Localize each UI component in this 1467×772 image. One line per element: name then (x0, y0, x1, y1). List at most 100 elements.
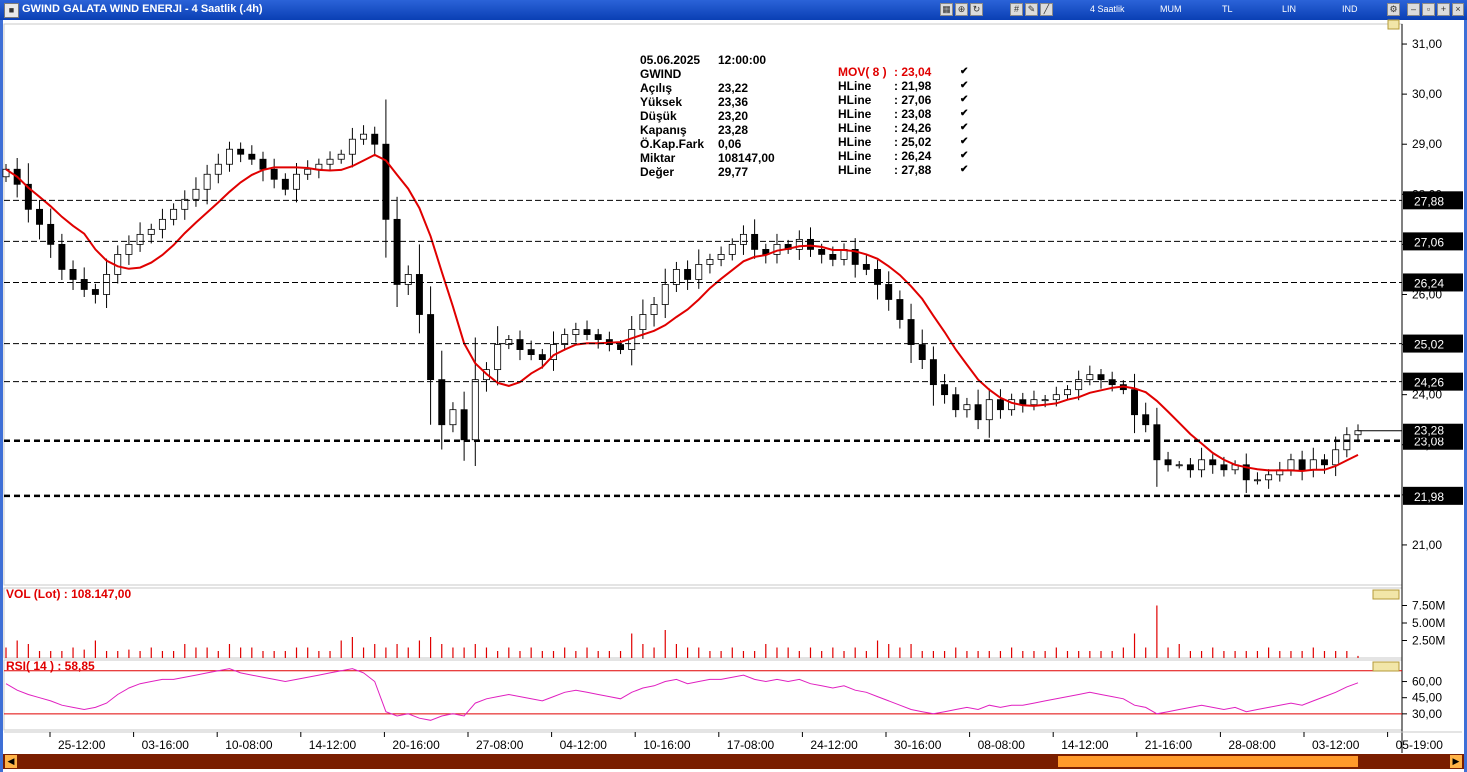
candle-body (1343, 434, 1351, 451)
indicator-value: : 27,88 (894, 163, 932, 177)
checkmark-icon[interactable]: ✔ (960, 163, 968, 177)
candle-body (583, 329, 591, 335)
candle-body (907, 319, 915, 345)
candle-body (103, 274, 111, 295)
volume-tick-label: 7.50M (1412, 599, 1445, 613)
candle-body (985, 399, 993, 421)
hline-value-label: 24,26 (1414, 376, 1444, 390)
x-tick-label: 10-16:00 (643, 738, 691, 752)
info-value: 23,20 (718, 109, 749, 123)
candle-body (952, 394, 960, 411)
candle-body (337, 153, 345, 160)
checkmark-icon[interactable]: ✔ (960, 65, 968, 79)
candle-body (427, 314, 435, 381)
indicator-value: : 21,98 (894, 79, 932, 93)
checkmark-icon[interactable]: ✔ (960, 93, 968, 107)
candle-body (996, 399, 1004, 411)
candle-body (460, 409, 468, 441)
candle-body (896, 299, 904, 320)
candle-body (561, 334, 569, 345)
candle-body (471, 379, 479, 441)
candle-body (527, 349, 535, 355)
indicator-name: HLine (838, 107, 872, 121)
indicator-name: HLine (838, 163, 872, 177)
indicator-row: HLine: 27,06 ✔ (838, 93, 968, 107)
info-value: 12:00:00 (718, 53, 767, 67)
candle-body (393, 218, 401, 285)
indicator-name: MOV( 8 ) (838, 65, 887, 79)
x-tick-label: 27-08:00 (476, 738, 524, 752)
info-row: Değer 29,77 (640, 165, 775, 179)
candle-body (360, 133, 368, 140)
info-label: 05.06.2025 (640, 53, 701, 67)
x-tick-label: 03-12:00 (1312, 738, 1360, 752)
info-value: 29,77 (718, 165, 749, 179)
indicator-row: HLine: 24,26 ✔ (838, 121, 968, 135)
info-label: Açılış (640, 81, 673, 95)
x-tick-label: 05-19:00 (1396, 738, 1444, 752)
x-tick-label: 17-08:00 (727, 738, 775, 752)
x-tick-label: 04-12:00 (560, 738, 608, 752)
horizontal-scrollbar[interactable]: ◀ ▶ (3, 754, 1464, 769)
candle-body (1075, 379, 1083, 391)
volume-panel (3, 587, 1403, 659)
info-row: 05.06.2025 12:00:00 (640, 53, 775, 67)
candle-body (304, 168, 312, 175)
candle-body (181, 198, 189, 210)
candle-body (58, 243, 66, 270)
candle-body (494, 344, 502, 371)
indicator-value: : 24,26 (894, 121, 932, 135)
x-tick-label: 28-08:00 (1228, 738, 1276, 752)
candle-body (818, 249, 826, 255)
checkmark-icon[interactable]: ✔ (960, 107, 968, 121)
y-tick-label: 30,00 (1412, 87, 1442, 101)
info-row: Ö.Kap.Fark 0,06 (640, 137, 775, 151)
panel-options-button (1387, 19, 1400, 30)
candle-body (706, 259, 714, 265)
info-row: Düşük 23,20 (640, 109, 775, 123)
last-price-label: 23,28 (1414, 424, 1444, 438)
candle-body (1198, 459, 1206, 471)
candle-body (281, 178, 289, 190)
indicator-value: : 23,08 (894, 107, 932, 121)
indicator-value: : 23,04 (894, 65, 932, 79)
rsi-line (5, 668, 1359, 721)
x-tick-label: 21-16:00 (1145, 738, 1193, 752)
checkmark-icon[interactable]: ✔ (960, 79, 968, 93)
panel-options-button (1372, 661, 1400, 672)
moving-average-line (5, 153, 1359, 473)
x-tick-label: 14-12:00 (1061, 738, 1109, 752)
candle-body (941, 384, 949, 396)
candle-body (1131, 389, 1139, 416)
candle-body (91, 289, 99, 295)
candle-body (1108, 379, 1116, 386)
candle-body (929, 359, 937, 386)
candle-body (717, 254, 725, 260)
scroll-left-icon[interactable]: ◀ (5, 755, 17, 768)
checkmark-icon[interactable]: ✔ (960, 135, 968, 149)
x-tick-label: 20-16:00 (392, 738, 440, 752)
indicator-row: HLine: 25,02 ✔ (838, 135, 968, 149)
y-tick-label: 31,00 (1412, 37, 1442, 51)
x-tick-label: 08-08:00 (978, 738, 1026, 752)
checkmark-icon[interactable]: ✔ (960, 149, 968, 163)
scroll-right-icon[interactable]: ▶ (1450, 755, 1462, 768)
candle-body (1030, 399, 1038, 406)
candle-body (795, 238, 803, 250)
candle-body (538, 354, 546, 360)
info-row: Yüksek 23,36 (640, 95, 775, 109)
candle-body (1220, 464, 1228, 471)
candle-body (326, 158, 334, 165)
scrollbar-thumb[interactable] (1058, 756, 1358, 767)
hline-value-label: 27,06 (1414, 235, 1444, 249)
y-tick-label: 29,00 (1412, 137, 1442, 151)
candle-body (1287, 459, 1295, 471)
candle-body (516, 339, 524, 350)
indicator-row: HLine : 23,08 ✔ (838, 107, 968, 121)
ohlc-info-panel: 05.06.2025 12:00:00 GWIND Açılış 23,22 Yüksek… (640, 53, 775, 179)
candle-body (1052, 394, 1060, 401)
checkmark-icon[interactable]: ✔ (960, 121, 968, 135)
hline-value-label: 25,02 (1414, 338, 1444, 352)
candle-body (382, 143, 390, 220)
x-tick-label: 25-12:00 (58, 738, 106, 752)
